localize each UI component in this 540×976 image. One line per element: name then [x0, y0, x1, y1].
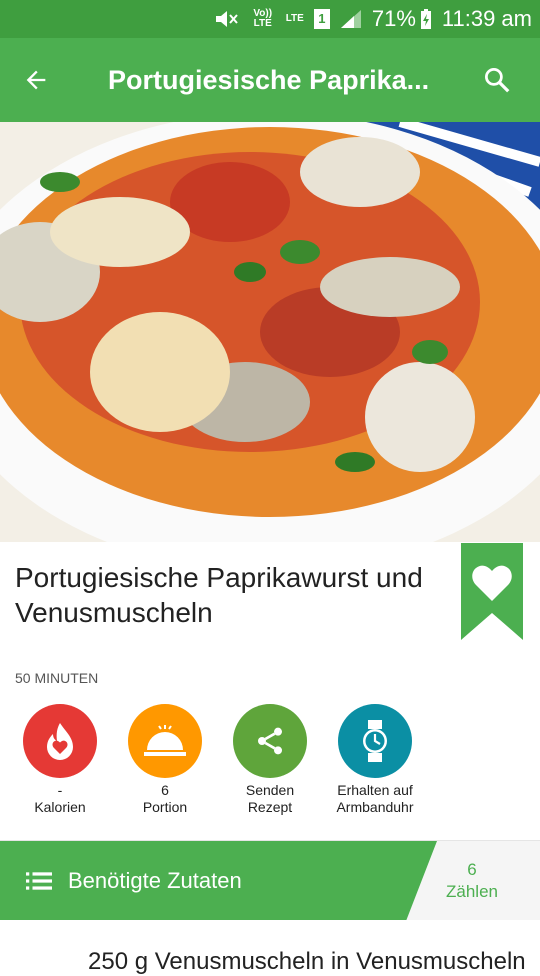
volte-label: Vo)) LTE	[253, 8, 273, 29]
recipe-photo	[0, 122, 540, 542]
back-button[interactable]	[0, 38, 72, 122]
app-bar: Portugiesische Paprika...	[0, 38, 540, 122]
calories-action[interactable]: - Kalorien	[5, 704, 115, 816]
calories-circle	[23, 704, 97, 778]
portion-action[interactable]: 6 Portion	[110, 704, 220, 816]
watch-icon	[363, 720, 387, 762]
battery-charging-icon	[420, 8, 432, 30]
sim-slot: 1	[313, 9, 330, 29]
ingredient-count: 6 Zählen	[420, 859, 524, 903]
watch-circle	[338, 704, 412, 778]
favorite-button[interactable]	[461, 543, 523, 640]
portion-label: Portion	[142, 799, 188, 815]
sim-icon: 1	[313, 9, 330, 29]
ingredients-header: Benötigte Zutaten	[0, 841, 437, 920]
share-circle	[233, 704, 307, 778]
search-button[interactable]	[454, 38, 540, 122]
heart-bookmark-icon	[461, 543, 523, 640]
ingredient-count-label: Zählen	[446, 882, 498, 901]
serving-dish-icon	[144, 725, 186, 756]
watch-label: Armbanduhr	[336, 799, 414, 815]
share-value: Senden	[245, 782, 295, 798]
app-bar-title: Portugiesische Paprika...	[108, 64, 430, 95]
calories-value: -	[57, 782, 63, 798]
status-bar: Vo)) LTE LTE 1 71% 11:39 am	[0, 0, 540, 38]
share-action[interactable]: Senden Rezept	[215, 704, 325, 816]
ingredients-bar[interactable]: Benötigte Zutaten 6 Zählen	[0, 841, 540, 920]
watch-action[interactable]: Erhalten auf Armbanduhr	[320, 704, 430, 816]
share-icon	[258, 727, 282, 755]
recipe-duration: 50 MINUTEN	[15, 670, 99, 686]
calories-icon	[47, 723, 73, 760]
recipe-actions: - Kalorien 6 Portion Senden Rezept Erhal…	[0, 704, 540, 824]
portion-value: 6	[161, 782, 169, 798]
recipe-title: Portugiesische Paprikawurst und Venusmus…	[15, 562, 423, 628]
lte-label: LTE	[285, 13, 304, 24]
list-icon	[26, 871, 52, 890]
ingredient-item-partial: 250 g Venusmuscheln in Venusmuscheln	[88, 948, 526, 975]
battery-percent: 71%	[371, 6, 416, 31]
portion-circle	[128, 704, 202, 778]
search-icon	[485, 68, 510, 93]
ingredient-count-value: 6	[467, 860, 477, 879]
mute-icon	[214, 9, 240, 29]
calories-label: Kalorien	[34, 799, 86, 815]
watch-value: Erhalten auf	[337, 782, 413, 798]
ingredients-title: Benötigte Zutaten	[68, 867, 242, 893]
signal-icon	[340, 9, 362, 29]
clock: 11:39 am	[441, 6, 532, 31]
arrow-back-icon	[26, 70, 46, 90]
share-label: Rezept	[247, 799, 293, 815]
